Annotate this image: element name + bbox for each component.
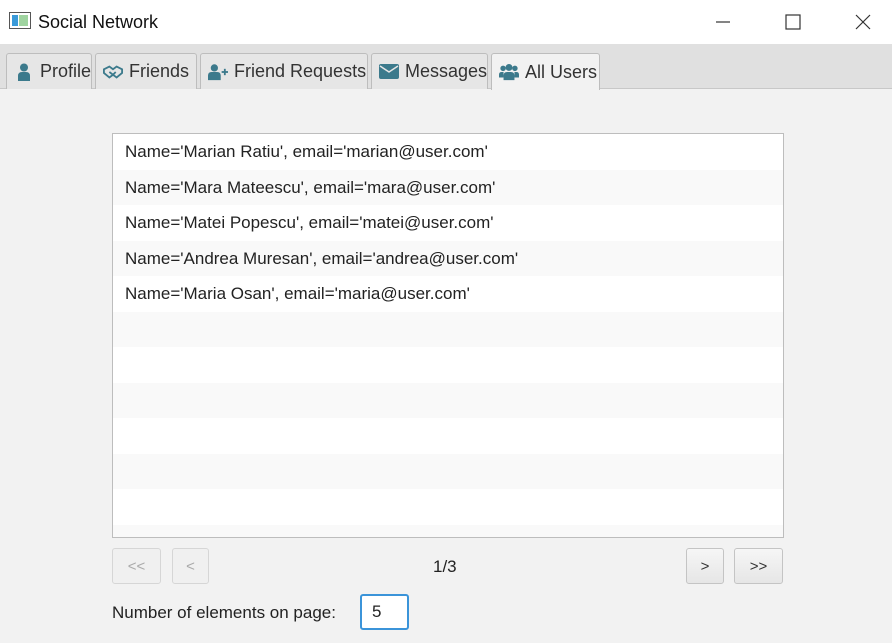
tab-profile-label: Profile [39,61,91,81]
next-page-button[interactable]: > [686,548,724,584]
user-icon [14,63,34,81]
list-item[interactable]: Name='Andrea Muresan', email='andrea@use… [113,240,783,276]
close-icon [855,14,871,30]
empty-list-row [113,489,783,525]
tab-friends[interactable]: Friends [95,53,197,89]
empty-list-row [113,311,783,347]
tab-friend-requests-label: Friend Requests [234,61,367,81]
close-button[interactable] [840,0,886,44]
empty-list-row [113,382,783,418]
minimize-icon [716,21,730,23]
page-indicator: 1/3 [433,557,457,576]
page-size-input[interactable] [360,594,409,630]
title-bar: Social Network [0,0,892,44]
tab-messages[interactable]: Messages [371,53,488,89]
first-page-button[interactable]: << [112,548,161,584]
users-list[interactable]: Name='Marian Ratiu', email='marian@user.… [112,133,784,538]
list-item[interactable]: Name='Matei Popescu', email='matei@user.… [113,205,783,241]
last-page-button[interactable]: >> [734,548,783,584]
tab-messages-label: Messages [405,61,488,81]
envelope-icon [379,63,399,81]
tab-all-users-label: All Users [525,61,598,82]
empty-list-row [113,453,783,489]
tab-profile[interactable]: Profile [6,53,92,89]
list-item[interactable]: Name='Mara Mateescu', email='mara@user.c… [113,169,783,205]
tab-bar: Profile Friends Friend Requests Messages… [0,44,892,90]
tab-friend-requests[interactable]: Friend Requests [200,53,368,89]
page-size-label: Number of elements on page: [112,603,336,622]
tab-all-users[interactable]: All Users [491,53,600,90]
handshake-icon [103,63,123,81]
empty-list-row [113,418,783,454]
maximize-icon [785,14,801,30]
users-icon [499,63,519,81]
empty-list-row [113,347,783,383]
app-icon [9,12,31,29]
tab-friends-label: Friends [129,61,190,81]
user-plus-icon [208,63,228,81]
minimize-button[interactable] [700,0,746,44]
window-title: Social Network [38,12,159,32]
list-item[interactable]: Name='Marian Ratiu', email='marian@user.… [113,134,783,170]
maximize-button[interactable] [770,0,816,44]
previous-page-button[interactable]: < [172,548,209,584]
list-item[interactable]: Name='Maria Osan', email='maria@user.com… [113,276,783,312]
empty-list-row [113,524,783,537]
